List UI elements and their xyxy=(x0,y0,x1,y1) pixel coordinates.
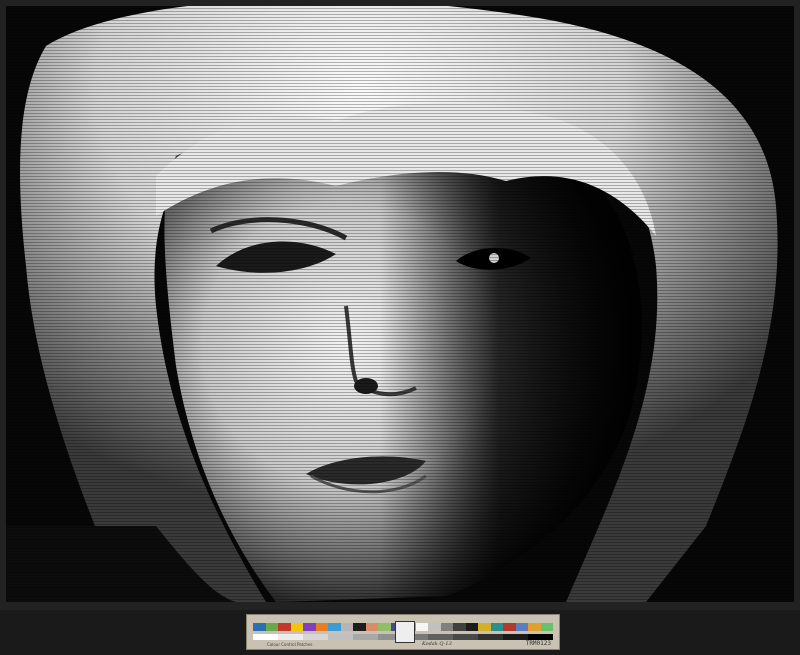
gray-step xyxy=(303,634,328,640)
color-swatch xyxy=(365,623,378,631)
color-swatch xyxy=(415,623,428,631)
portrait-photo xyxy=(6,6,794,602)
gray-step xyxy=(353,634,378,640)
target-scale-text: Colour Control Patches xyxy=(267,642,313,647)
gray-step xyxy=(478,634,503,640)
gray-step xyxy=(428,634,453,640)
gray-step xyxy=(253,634,278,640)
color-swatch xyxy=(490,623,503,631)
color-swatch xyxy=(465,623,478,631)
photo-frame xyxy=(0,0,800,610)
color-swatch xyxy=(340,623,353,631)
color-swatch xyxy=(315,623,328,631)
gray-step xyxy=(278,634,303,640)
color-swatch xyxy=(528,623,541,631)
gray-step xyxy=(503,634,528,640)
portrait-illustration xyxy=(6,6,794,602)
color-swatch xyxy=(378,623,391,631)
color-swatch xyxy=(515,623,528,631)
color-swatch xyxy=(353,623,366,631)
color-swatch xyxy=(540,623,553,631)
color-swatch xyxy=(253,623,266,631)
color-swatch xyxy=(303,623,316,631)
color-swatch xyxy=(265,623,278,631)
color-swatch xyxy=(328,623,341,631)
target-brand-text: Kodak Q-13 xyxy=(422,641,452,647)
gray-step xyxy=(453,634,478,640)
color-swatch xyxy=(503,623,516,631)
color-swatch xyxy=(440,623,453,631)
color-swatch xyxy=(290,623,303,631)
target-id-label: TRM0123 xyxy=(525,640,551,647)
color-swatch xyxy=(278,623,291,631)
color-swatch xyxy=(478,623,491,631)
target-center-block xyxy=(395,621,415,643)
gray-step xyxy=(328,634,353,640)
color-swatch xyxy=(453,623,466,631)
color-control-target: Colour Control Patches Kodak Q-13 TRM012… xyxy=(246,614,560,650)
color-swatch xyxy=(428,623,441,631)
